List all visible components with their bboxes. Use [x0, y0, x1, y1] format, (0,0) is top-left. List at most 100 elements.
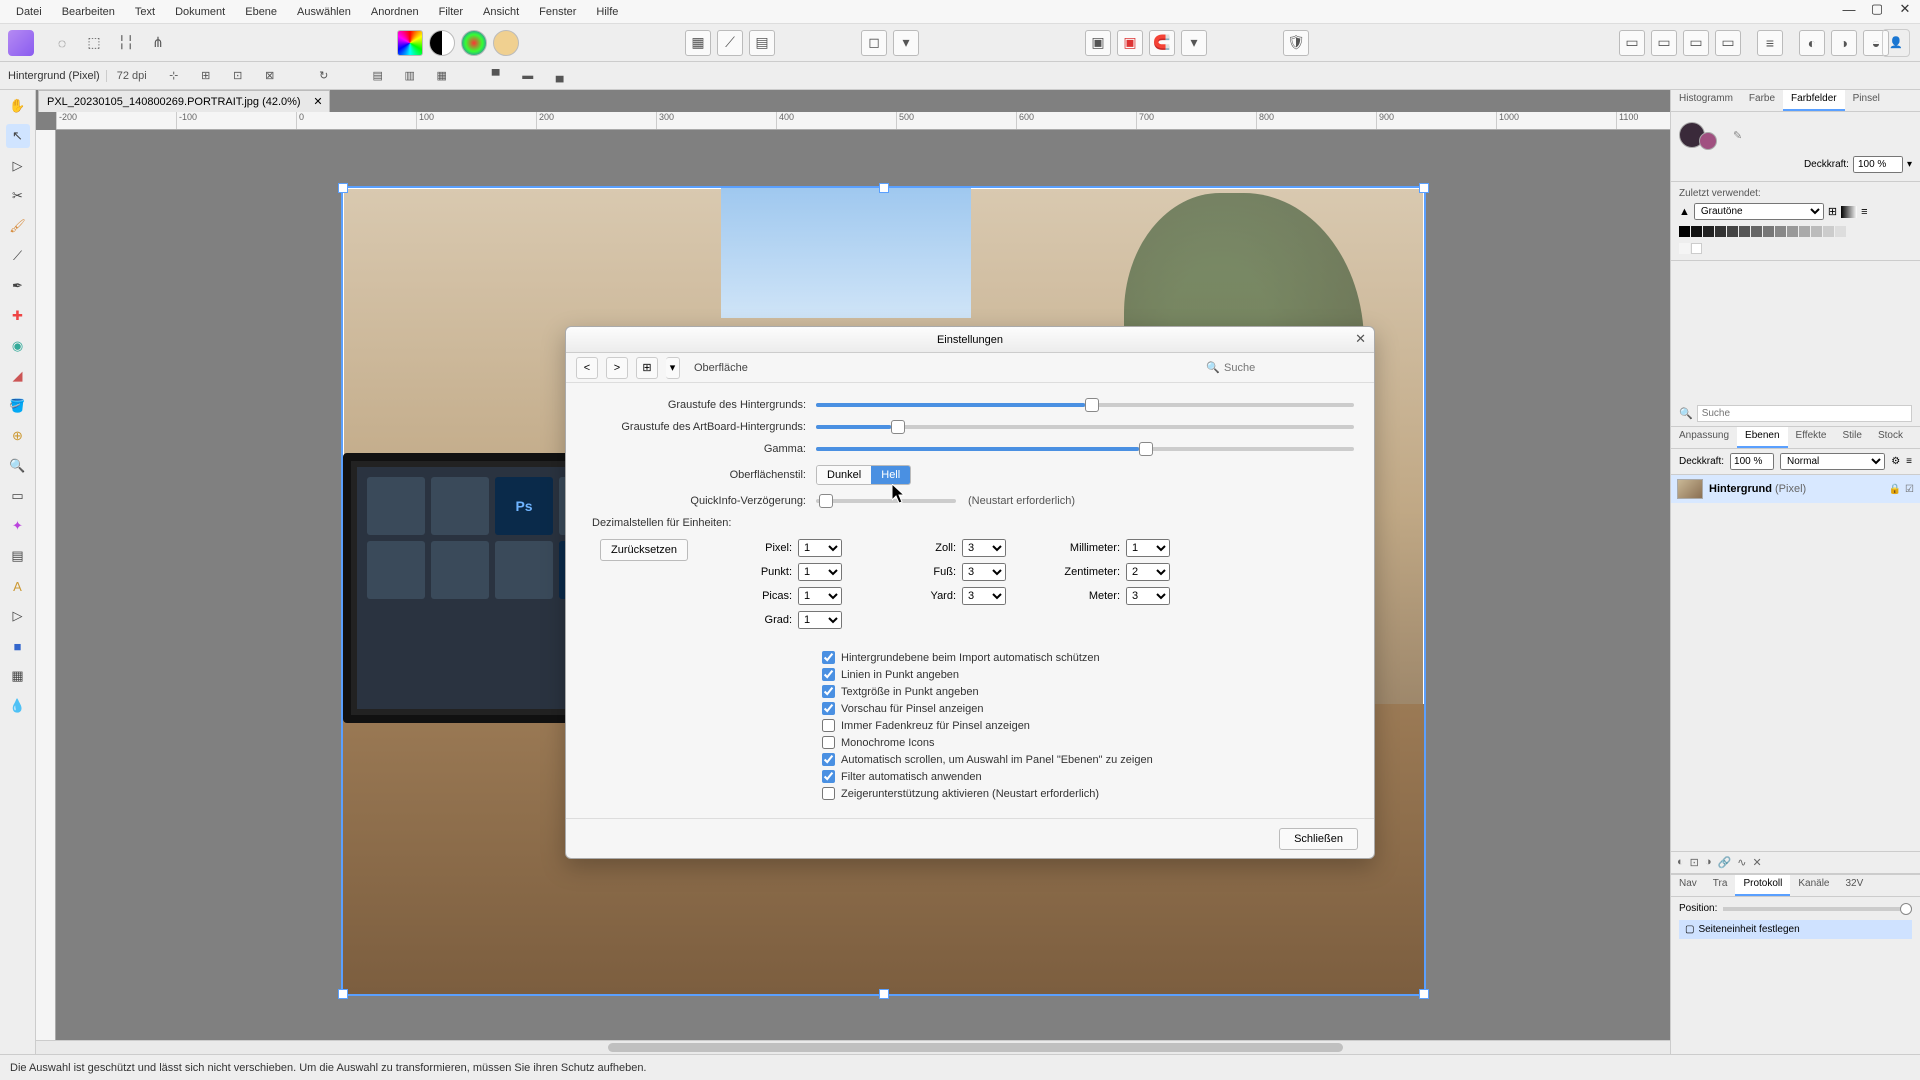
- menu-hilfe[interactable]: Hilfe: [586, 2, 628, 22]
- unit-mm-select[interactable]: 1: [1126, 539, 1170, 557]
- swatch-item[interactable]: [1751, 226, 1762, 237]
- eyedropper-icon[interactable]: ✎: [1733, 129, 1742, 142]
- clone-tool-icon[interactable]: ⊕: [6, 424, 30, 448]
- selection-handle[interactable]: [879, 989, 889, 999]
- unit-pixel-select[interactable]: 1: [798, 539, 842, 557]
- eyedropper-tool-icon[interactable]: 💧: [6, 694, 30, 718]
- swatch-item[interactable]: [1679, 243, 1690, 254]
- artboard-gray-slider[interactable]: [816, 425, 1354, 429]
- document-tab[interactable]: PXL_20230105_140800269.PORTRAIT.jpg (42.…: [38, 90, 330, 112]
- gradient-swatch-icon[interactable]: [1841, 206, 1857, 218]
- swatch-item[interactable]: [1691, 226, 1702, 237]
- sync-icon[interactable]: ◌: [49, 30, 75, 56]
- swatch-item[interactable]: [1691, 243, 1702, 254]
- ui-style-dark-button[interactable]: Dunkel: [817, 466, 871, 484]
- bg-color-icon[interactable]: [1699, 132, 1717, 150]
- swatch-item[interactable]: [1715, 226, 1726, 237]
- hscroll-thumb[interactable]: [608, 1043, 1343, 1052]
- nav-tab-32v[interactable]: 32V: [1837, 875, 1871, 896]
- opacity-input[interactable]: [1853, 156, 1903, 173]
- swatch-item[interactable]: [1835, 226, 1846, 237]
- position-slider-thumb[interactable]: [1900, 903, 1912, 915]
- ctx-valign-b-icon[interactable]: ▄: [549, 65, 571, 87]
- layer-lock-icon[interactable]: 🔒: [1889, 484, 1901, 495]
- layer-del-icon[interactable]: ✕: [1752, 856, 1761, 869]
- layer-gear-icon[interactable]: ⚙: [1891, 456, 1900, 467]
- check-crosshair[interactable]: [822, 719, 835, 732]
- ctx-icon-2[interactable]: ⊞: [195, 65, 217, 87]
- ui-style-light-button[interactable]: Hell: [871, 466, 910, 484]
- layer-link-icon[interactable]: 🔗: [1718, 856, 1732, 869]
- gradient-tool-icon[interactable]: ▤: [6, 544, 30, 568]
- layer-blendmode-select[interactable]: Normal: [1780, 453, 1885, 470]
- layer-row[interactable]: Hintergrund (Pixel) 🔒 ☑: [1671, 475, 1920, 503]
- tab-swatches[interactable]: Farbfelder: [1783, 90, 1845, 111]
- menu-ebene[interactable]: Ebene: [235, 2, 287, 22]
- check-lines-pt[interactable]: [822, 668, 835, 681]
- color-wheel-icon[interactable]: [397, 30, 423, 56]
- check-brush-preview[interactable]: [822, 702, 835, 715]
- gamma-slider[interactable]: [816, 447, 1354, 451]
- layer-visible-icon[interactable]: ☑: [1905, 484, 1914, 495]
- brush-tool-icon[interactable]: 🖌: [6, 214, 30, 238]
- hand-tool-icon[interactable]: ✋: [6, 94, 30, 118]
- tab-histogram[interactable]: Histogramm: [1671, 90, 1741, 111]
- mixer-tool-icon[interactable]: ◉: [6, 334, 30, 358]
- tab-brush[interactable]: Pinsel: [1845, 90, 1888, 111]
- ctx-icon-4[interactable]: ⊠: [259, 65, 281, 87]
- crop-tool-icon[interactable]: ✂: [6, 184, 30, 208]
- tab-stock[interactable]: Stock: [1870, 427, 1911, 448]
- magic-tool-icon[interactable]: ✦: [6, 514, 30, 538]
- ctx-icon-3[interactable]: ⊡: [227, 65, 249, 87]
- dialog-titlebar[interactable]: Einstellungen ✕: [566, 327, 1374, 353]
- dialog-grid-button[interactable]: ⊞: [636, 357, 658, 379]
- menu-dokument[interactable]: Dokument: [165, 2, 235, 22]
- lock-icon[interactable]: 🛡: [1283, 30, 1309, 56]
- window-close-icon[interactable]: ✕: [1898, 2, 1912, 16]
- ctx-align-r-icon[interactable]: ▦: [431, 65, 453, 87]
- unit-yard-select[interactable]: 3: [962, 587, 1006, 605]
- reset-units-button[interactable]: Zurücksetzen: [600, 539, 688, 561]
- ctx-icon-1[interactable]: ⊹: [163, 65, 185, 87]
- boolean-1-icon[interactable]: ◐: [1799, 30, 1825, 56]
- window-maximize-icon[interactable]: ▢: [1870, 2, 1884, 16]
- layer-mask-icon[interactable]: ⊡: [1690, 856, 1699, 869]
- menu-fenster[interactable]: Fenster: [529, 2, 586, 22]
- magnet-dd-icon[interactable]: ▾: [1181, 30, 1207, 56]
- selection-handle[interactable]: [879, 183, 889, 193]
- layer-adj-icon[interactable]: ◑: [1705, 856, 1712, 869]
- check-text-pt[interactable]: [822, 685, 835, 698]
- selection-handle[interactable]: [338, 989, 348, 999]
- menu-text[interactable]: Text: [125, 2, 165, 22]
- marquee-icon[interactable]: ▦: [685, 30, 711, 56]
- dialog-close-button[interactable]: Schließen: [1279, 828, 1358, 850]
- swatch-item[interactable]: [1847, 226, 1858, 237]
- swatch-menu-icon[interactable]: ≡: [1861, 206, 1867, 218]
- tab-color[interactable]: Farbe: [1741, 90, 1783, 111]
- move-tool-icon[interactable]: ↖: [6, 124, 30, 148]
- warm-icon[interactable]: [493, 30, 519, 56]
- check-mono-icons[interactable]: [822, 736, 835, 749]
- menu-anordnen[interactable]: Anordnen: [361, 2, 429, 22]
- node-tool-icon[interactable]: ▷: [6, 154, 30, 178]
- unit-grad-select[interactable]: 1: [798, 611, 842, 629]
- eraser-tool-icon[interactable]: ◢: [6, 364, 30, 388]
- check-pointer[interactable]: [822, 787, 835, 800]
- menu-filter[interactable]: Filter: [429, 2, 473, 22]
- bw-icon[interactable]: [429, 30, 455, 56]
- tab-styles[interactable]: Stile: [1834, 427, 1869, 448]
- menu-bearbeiten[interactable]: Bearbeiten: [52, 2, 125, 22]
- arrange-3-icon[interactable]: ▭: [1683, 30, 1709, 56]
- position-slider[interactable]: [1723, 907, 1912, 911]
- ctx-valign-m-icon[interactable]: ▬: [517, 65, 539, 87]
- ctx-valign-t-icon[interactable]: ▀: [485, 65, 507, 87]
- unit-cm-select[interactable]: 2: [1126, 563, 1170, 581]
- magnet-icon[interactable]: 🧲: [1149, 30, 1175, 56]
- ctx-align-l-icon[interactable]: ▤: [367, 65, 389, 87]
- swatch-item[interactable]: [1811, 226, 1822, 237]
- selection-handle[interactable]: [1419, 183, 1429, 193]
- canvas-hscrollbar[interactable]: [36, 1040, 1670, 1054]
- quickmask-icon[interactable]: ◻: [861, 30, 887, 56]
- tab-effects[interactable]: Effekte: [1788, 427, 1835, 448]
- check-autoscroll[interactable]: [822, 753, 835, 766]
